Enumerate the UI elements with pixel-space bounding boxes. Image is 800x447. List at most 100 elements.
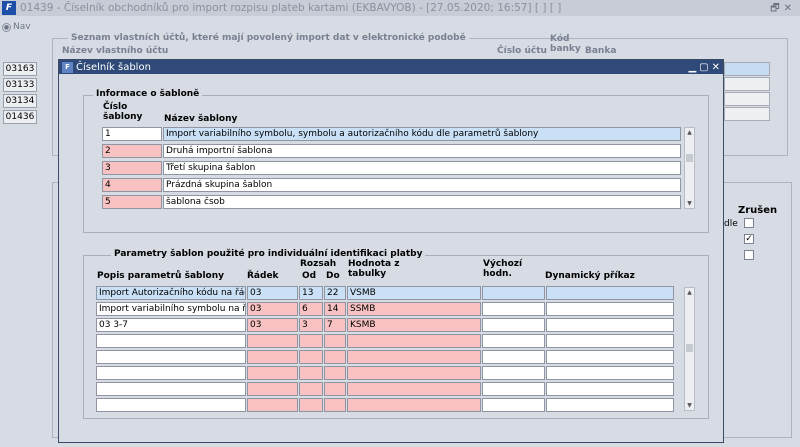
accounts-group-title: Seznam vlastních účtů, které mají povole… (68, 33, 469, 43)
param-dynamic-cell[interactable] (546, 398, 674, 412)
param-from-cell[interactable] (299, 398, 323, 412)
param-desc-cell[interactable]: Import variabilního symbolu na řádku 0 (96, 302, 246, 316)
param-desc-cell[interactable] (96, 382, 246, 396)
param-table-cell[interactable] (347, 366, 481, 380)
param-row-cell[interactable] (247, 366, 298, 380)
param-from-cell[interactable] (299, 334, 323, 348)
zruseni-checkbox[interactable] (744, 218, 754, 228)
param-dynamic-cell[interactable] (546, 318, 674, 332)
param-from-cell[interactable] (299, 350, 323, 364)
param-dynamic-cell[interactable] (546, 286, 674, 300)
param-desc-cell[interactable] (96, 398, 246, 412)
window-controls[interactable]: 🗗✕ (770, 1, 796, 18)
param-row-cell[interactable] (247, 350, 298, 364)
param-default-cell[interactable] (482, 350, 545, 364)
template-name-cell[interactable]: šablona čsob (163, 195, 681, 209)
param-table-cell[interactable] (347, 350, 481, 364)
template-no-cell[interactable]: 5 (102, 195, 162, 209)
scroll-up-icon[interactable]: ▲ (685, 288, 694, 297)
scroll-down-icon[interactable]: ▼ (685, 401, 694, 410)
account-item[interactable]: 03134 (3, 94, 37, 108)
param-to-cell[interactable] (324, 382, 346, 396)
col-to: Do (326, 271, 340, 281)
param-dynamic-cell[interactable] (546, 302, 674, 316)
nav-button[interactable]: ● Nav (2, 22, 31, 32)
col-bank-code: Kód banky (550, 34, 581, 54)
param-from-cell[interactable] (299, 382, 323, 396)
account-field[interactable] (724, 62, 770, 76)
param-dynamic-cell[interactable] (546, 366, 674, 380)
close-icon[interactable]: ✕ (712, 62, 720, 73)
param-to-cell[interactable] (324, 350, 346, 364)
param-to-cell[interactable]: 22 (324, 286, 346, 300)
main-window-title: 01439 - Číselník obchodníků pro import r… (20, 2, 562, 14)
account-fields-right (724, 62, 770, 122)
account-item[interactable]: 03163 (3, 62, 37, 76)
param-default-cell[interactable] (482, 398, 545, 412)
params-scrollbar[interactable]: ▲ ▼ (684, 287, 695, 411)
param-table-cell[interactable]: SSMB (347, 302, 481, 316)
param-desc-cell[interactable] (96, 334, 246, 348)
param-desc-cell[interactable] (96, 366, 246, 380)
account-field[interactable] (724, 107, 770, 121)
template-no-cell[interactable]: 1 (102, 127, 162, 141)
param-from-cell[interactable]: 3 (299, 318, 323, 332)
template-dialog: F Číselník šablon ▁ ▢ ✕ Informace o šabl… (58, 59, 724, 443)
param-row-cell[interactable]: 03 (247, 302, 298, 316)
param-to-cell[interactable]: 14 (324, 302, 346, 316)
param-desc-cell[interactable] (96, 350, 246, 364)
param-row-cell[interactable]: 03 (247, 286, 298, 300)
col-from: Od (302, 271, 317, 281)
template-no-cell[interactable]: 4 (102, 178, 162, 192)
scroll-thumb[interactable] (686, 154, 693, 162)
template-name-cell[interactable]: Import variabilního symbolu, symbolu a a… (163, 127, 681, 141)
param-desc-cell[interactable]: 03 3-7 (96, 318, 246, 332)
param-default-cell[interactable] (482, 382, 545, 396)
param-row-cell[interactable] (247, 398, 298, 412)
minimize-icon[interactable]: ▁ (688, 62, 696, 73)
param-table-cell[interactable] (347, 334, 481, 348)
param-row-cell[interactable] (247, 334, 298, 348)
account-field[interactable] (724, 92, 770, 106)
param-desc-cell[interactable]: Import Autorizačního kódu na řádku 03 (96, 286, 246, 300)
param-dynamic-cell[interactable] (546, 350, 674, 364)
template-no-cell[interactable]: 2 (102, 144, 162, 158)
param-default-cell[interactable] (482, 366, 545, 380)
param-to-cell[interactable] (324, 398, 346, 412)
param-dynamic-cell[interactable] (546, 334, 674, 348)
param-table-cell[interactable]: KSMB (347, 318, 481, 332)
scroll-up-icon[interactable]: ▲ (685, 128, 694, 137)
account-item[interactable]: 01436 (3, 110, 37, 124)
scroll-down-icon[interactable]: ▼ (685, 199, 694, 208)
templates-scrollbar[interactable]: ▲ ▼ (684, 127, 695, 209)
zruseni-checkbox[interactable] (744, 250, 754, 260)
template-name-cell[interactable]: Třetí skupina šablon (163, 161, 681, 175)
template-name-cell[interactable]: Prázdná skupina šablon (163, 178, 681, 192)
col-range: Rozsah (300, 259, 337, 269)
param-table-cell[interactable] (347, 398, 481, 412)
zruseni-checkbox-checked[interactable]: ✓ (744, 234, 754, 244)
param-default-cell[interactable] (482, 334, 545, 348)
param-table-cell[interactable] (347, 382, 481, 396)
param-default-cell[interactable] (482, 318, 545, 332)
param-row-cell[interactable] (247, 382, 298, 396)
param-from-cell[interactable]: 13 (299, 286, 323, 300)
param-from-cell[interactable]: 6 (299, 302, 323, 316)
param-row-cell[interactable]: 03 (247, 318, 298, 332)
maximize-icon[interactable]: ▢ (699, 62, 708, 73)
scroll-thumb[interactable] (686, 344, 693, 352)
param-to-cell[interactable]: 7 (324, 318, 346, 332)
param-default-cell[interactable] (482, 302, 545, 316)
account-item[interactable]: 03133 (3, 78, 37, 92)
param-default-cell[interactable] (482, 286, 545, 300)
param-table-cell[interactable]: VSMB (347, 286, 481, 300)
param-from-cell[interactable] (299, 366, 323, 380)
param-to-cell[interactable] (324, 334, 346, 348)
param-dynamic-cell[interactable] (546, 382, 674, 396)
param-to-cell[interactable] (324, 366, 346, 380)
col-param-desc: Popis parametrů šablony (97, 271, 225, 281)
template-name-cell[interactable]: Druhá importní šablona (163, 144, 681, 158)
app-logo-icon: F (2, 1, 16, 15)
account-field[interactable] (724, 77, 770, 91)
template-no-cell[interactable]: 3 (102, 161, 162, 175)
